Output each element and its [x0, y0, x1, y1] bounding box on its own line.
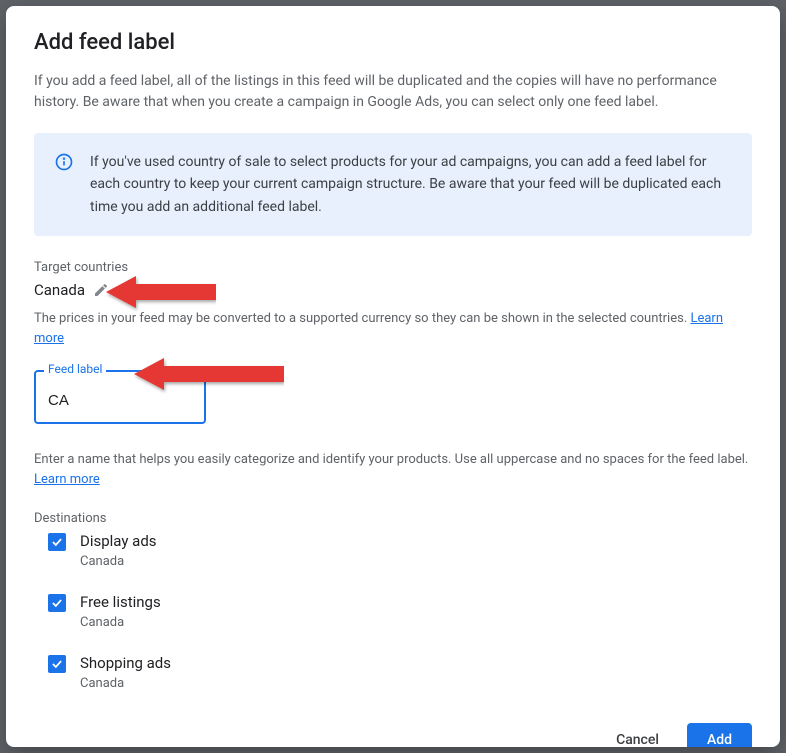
- dialog-intro: If you add a feed label, all of the list…: [34, 71, 752, 113]
- destination-sub: Canada: [80, 615, 161, 630]
- destination-item-shopping-ads: Shopping ads Canada: [34, 654, 752, 691]
- feed-label-field[interactable]: Feed label: [34, 370, 206, 424]
- checkbox-free-listings[interactable]: [48, 594, 66, 612]
- checkbox-shopping-ads[interactable]: [48, 655, 66, 673]
- pencil-icon[interactable]: [93, 282, 109, 298]
- dialog-title: Add feed label: [34, 30, 752, 55]
- cancel-button[interactable]: Cancel: [596, 723, 679, 747]
- feed-label-helper: Enter a name that helps you easily categ…: [34, 450, 752, 489]
- destination-label: Shopping ads: [80, 654, 171, 672]
- destination-sub: Canada: [80, 554, 157, 569]
- info-text: If you've used country of sale to select…: [90, 151, 732, 218]
- destination-sub: Canada: [80, 676, 171, 691]
- feed-label-floating-label: Feed label: [44, 362, 106, 376]
- destinations-list: Display ads Canada Free listings Canada …: [34, 532, 752, 691]
- destination-label: Display ads: [80, 532, 157, 550]
- add-button[interactable]: Add: [687, 723, 752, 747]
- add-feed-label-dialog: Add feed label If you add a feed label, …: [6, 6, 780, 747]
- destination-label: Free listings: [80, 593, 161, 611]
- target-countries-label: Target countries: [34, 260, 752, 275]
- dialog-actions: Cancel Add: [34, 723, 752, 747]
- info-box: If you've used country of sale to select…: [34, 133, 752, 236]
- learn-more-link-feedlabel[interactable]: Learn more: [34, 472, 100, 487]
- target-countries-row: Canada: [34, 281, 752, 299]
- destinations-label: Destinations: [34, 511, 752, 526]
- info-icon: [54, 152, 74, 172]
- target-country-value: Canada: [34, 281, 85, 299]
- feed-label-input[interactable]: [48, 392, 192, 409]
- destination-item-free-listings: Free listings Canada: [34, 593, 752, 630]
- target-countries-helper: The prices in your feed may be converted…: [34, 309, 752, 348]
- destination-item-display-ads: Display ads Canada: [34, 532, 752, 569]
- checkbox-display-ads[interactable]: [48, 533, 66, 551]
